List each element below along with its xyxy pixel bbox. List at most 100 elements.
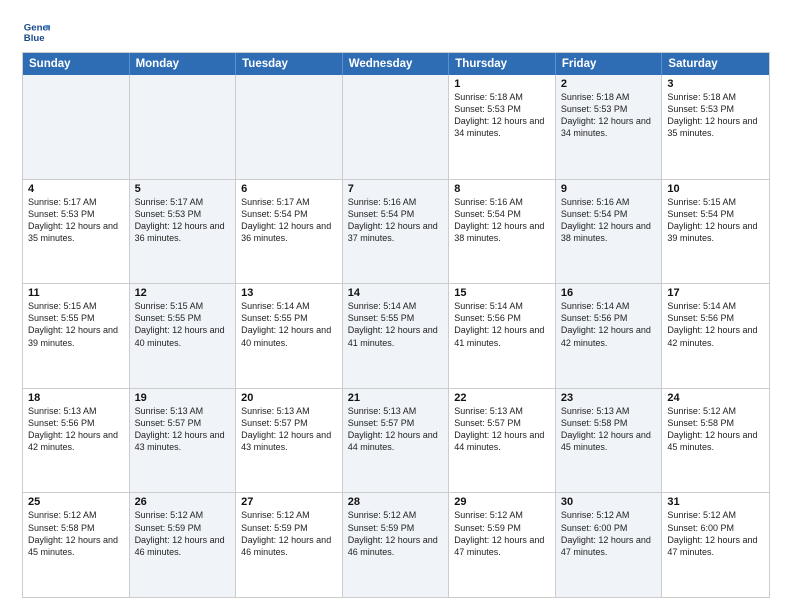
calendar-cell-18: 18Sunrise: 5:13 AM Sunset: 5:56 PM Dayli… [23,389,130,493]
day-number: 27 [241,496,337,508]
calendar-cell-12: 12Sunrise: 5:15 AM Sunset: 5:55 PM Dayli… [130,284,237,388]
header: General Blue [22,18,770,46]
calendar-cell-21: 21Sunrise: 5:13 AM Sunset: 5:57 PM Dayli… [343,389,450,493]
header-day-wednesday: Wednesday [343,53,450,75]
cell-info: Sunrise: 5:16 AM Sunset: 5:54 PM Dayligh… [454,196,550,245]
day-number: 5 [135,183,231,195]
calendar-cell-10: 10Sunrise: 5:15 AM Sunset: 5:54 PM Dayli… [662,180,769,284]
cell-info: Sunrise: 5:16 AM Sunset: 5:54 PM Dayligh… [348,196,444,245]
calendar-cell-28: 28Sunrise: 5:12 AM Sunset: 5:59 PM Dayli… [343,493,450,597]
week-row-4: 18Sunrise: 5:13 AM Sunset: 5:56 PM Dayli… [23,389,769,494]
calendar-body: 1Sunrise: 5:18 AM Sunset: 5:53 PM Daylig… [23,75,769,597]
cell-info: Sunrise: 5:14 AM Sunset: 5:56 PM Dayligh… [667,300,764,349]
logo: General Blue [22,18,54,46]
cell-info: Sunrise: 5:15 AM Sunset: 5:54 PM Dayligh… [667,196,764,245]
cell-info: Sunrise: 5:12 AM Sunset: 5:58 PM Dayligh… [28,509,124,558]
calendar-cell-29: 29Sunrise: 5:12 AM Sunset: 5:59 PM Dayli… [449,493,556,597]
cell-info: Sunrise: 5:16 AM Sunset: 5:54 PM Dayligh… [561,196,657,245]
day-number: 12 [135,287,231,299]
calendar-cell-14: 14Sunrise: 5:14 AM Sunset: 5:55 PM Dayli… [343,284,450,388]
cell-info: Sunrise: 5:17 AM Sunset: 5:53 PM Dayligh… [28,196,124,245]
day-number: 3 [667,78,764,90]
day-number: 30 [561,496,657,508]
calendar-cell-15: 15Sunrise: 5:14 AM Sunset: 5:56 PM Dayli… [449,284,556,388]
cell-info: Sunrise: 5:13 AM Sunset: 5:57 PM Dayligh… [454,405,550,454]
day-number: 31 [667,496,764,508]
calendar: SundayMondayTuesdayWednesdayThursdayFrid… [22,52,770,598]
calendar-header: SundayMondayTuesdayWednesdayThursdayFrid… [23,53,769,75]
calendar-cell-24: 24Sunrise: 5:12 AM Sunset: 5:58 PM Dayli… [662,389,769,493]
day-number: 20 [241,392,337,404]
cell-info: Sunrise: 5:12 AM Sunset: 5:59 PM Dayligh… [241,509,337,558]
cell-info: Sunrise: 5:14 AM Sunset: 5:56 PM Dayligh… [561,300,657,349]
calendar-cell-20: 20Sunrise: 5:13 AM Sunset: 5:57 PM Dayli… [236,389,343,493]
svg-text:Blue: Blue [24,33,45,44]
day-number: 10 [667,183,764,195]
header-day-friday: Friday [556,53,663,75]
day-number: 6 [241,183,337,195]
cell-info: Sunrise: 5:12 AM Sunset: 5:59 PM Dayligh… [135,509,231,558]
cell-info: Sunrise: 5:14 AM Sunset: 5:56 PM Dayligh… [454,300,550,349]
day-number: 15 [454,287,550,299]
week-row-2: 4Sunrise: 5:17 AM Sunset: 5:53 PM Daylig… [23,180,769,285]
calendar-cell-4: 4Sunrise: 5:17 AM Sunset: 5:53 PM Daylig… [23,180,130,284]
day-number: 23 [561,392,657,404]
header-day-monday: Monday [130,53,237,75]
day-number: 28 [348,496,444,508]
day-number: 9 [561,183,657,195]
week-row-1: 1Sunrise: 5:18 AM Sunset: 5:53 PM Daylig… [23,75,769,180]
calendar-cell-7: 7Sunrise: 5:16 AM Sunset: 5:54 PM Daylig… [343,180,450,284]
cell-info: Sunrise: 5:14 AM Sunset: 5:55 PM Dayligh… [241,300,337,349]
day-number: 21 [348,392,444,404]
calendar-cell-empty-0-1 [130,75,237,179]
day-number: 11 [28,287,124,299]
logo-icon: General Blue [22,18,50,46]
day-number: 17 [667,287,764,299]
calendar-cell-23: 23Sunrise: 5:13 AM Sunset: 5:58 PM Dayli… [556,389,663,493]
day-number: 2 [561,78,657,90]
header-day-sunday: Sunday [23,53,130,75]
calendar-cell-empty-0-3 [343,75,450,179]
day-number: 8 [454,183,550,195]
cell-info: Sunrise: 5:18 AM Sunset: 5:53 PM Dayligh… [454,91,550,140]
calendar-cell-2: 2Sunrise: 5:18 AM Sunset: 5:53 PM Daylig… [556,75,663,179]
header-day-tuesday: Tuesday [236,53,343,75]
cell-info: Sunrise: 5:13 AM Sunset: 5:57 PM Dayligh… [348,405,444,454]
day-number: 25 [28,496,124,508]
calendar-cell-22: 22Sunrise: 5:13 AM Sunset: 5:57 PM Dayli… [449,389,556,493]
calendar-cell-5: 5Sunrise: 5:17 AM Sunset: 5:53 PM Daylig… [130,180,237,284]
day-number: 16 [561,287,657,299]
calendar-cell-3: 3Sunrise: 5:18 AM Sunset: 5:53 PM Daylig… [662,75,769,179]
calendar-cell-25: 25Sunrise: 5:12 AM Sunset: 5:58 PM Dayli… [23,493,130,597]
day-number: 24 [667,392,764,404]
calendar-cell-9: 9Sunrise: 5:16 AM Sunset: 5:54 PM Daylig… [556,180,663,284]
calendar-cell-26: 26Sunrise: 5:12 AM Sunset: 5:59 PM Dayli… [130,493,237,597]
week-row-5: 25Sunrise: 5:12 AM Sunset: 5:58 PM Dayli… [23,493,769,597]
cell-info: Sunrise: 5:18 AM Sunset: 5:53 PM Dayligh… [667,91,764,140]
week-row-3: 11Sunrise: 5:15 AM Sunset: 5:55 PM Dayli… [23,284,769,389]
calendar-cell-13: 13Sunrise: 5:14 AM Sunset: 5:55 PM Dayli… [236,284,343,388]
cell-info: Sunrise: 5:13 AM Sunset: 5:58 PM Dayligh… [561,405,657,454]
day-number: 19 [135,392,231,404]
cell-info: Sunrise: 5:12 AM Sunset: 6:00 PM Dayligh… [561,509,657,558]
cell-info: Sunrise: 5:13 AM Sunset: 5:57 PM Dayligh… [241,405,337,454]
cell-info: Sunrise: 5:17 AM Sunset: 5:54 PM Dayligh… [241,196,337,245]
calendar-cell-11: 11Sunrise: 5:15 AM Sunset: 5:55 PM Dayli… [23,284,130,388]
cell-info: Sunrise: 5:15 AM Sunset: 5:55 PM Dayligh… [28,300,124,349]
day-number: 1 [454,78,550,90]
calendar-cell-1: 1Sunrise: 5:18 AM Sunset: 5:53 PM Daylig… [449,75,556,179]
calendar-cell-empty-0-0 [23,75,130,179]
day-number: 4 [28,183,124,195]
calendar-cell-6: 6Sunrise: 5:17 AM Sunset: 5:54 PM Daylig… [236,180,343,284]
calendar-cell-8: 8Sunrise: 5:16 AM Sunset: 5:54 PM Daylig… [449,180,556,284]
calendar-cell-empty-0-2 [236,75,343,179]
cell-info: Sunrise: 5:13 AM Sunset: 5:57 PM Dayligh… [135,405,231,454]
day-number: 22 [454,392,550,404]
cell-info: Sunrise: 5:12 AM Sunset: 5:58 PM Dayligh… [667,405,764,454]
calendar-cell-31: 31Sunrise: 5:12 AM Sunset: 6:00 PM Dayli… [662,493,769,597]
day-number: 29 [454,496,550,508]
cell-info: Sunrise: 5:12 AM Sunset: 5:59 PM Dayligh… [454,509,550,558]
header-day-thursday: Thursday [449,53,556,75]
calendar-cell-27: 27Sunrise: 5:12 AM Sunset: 5:59 PM Dayli… [236,493,343,597]
calendar-cell-17: 17Sunrise: 5:14 AM Sunset: 5:56 PM Dayli… [662,284,769,388]
